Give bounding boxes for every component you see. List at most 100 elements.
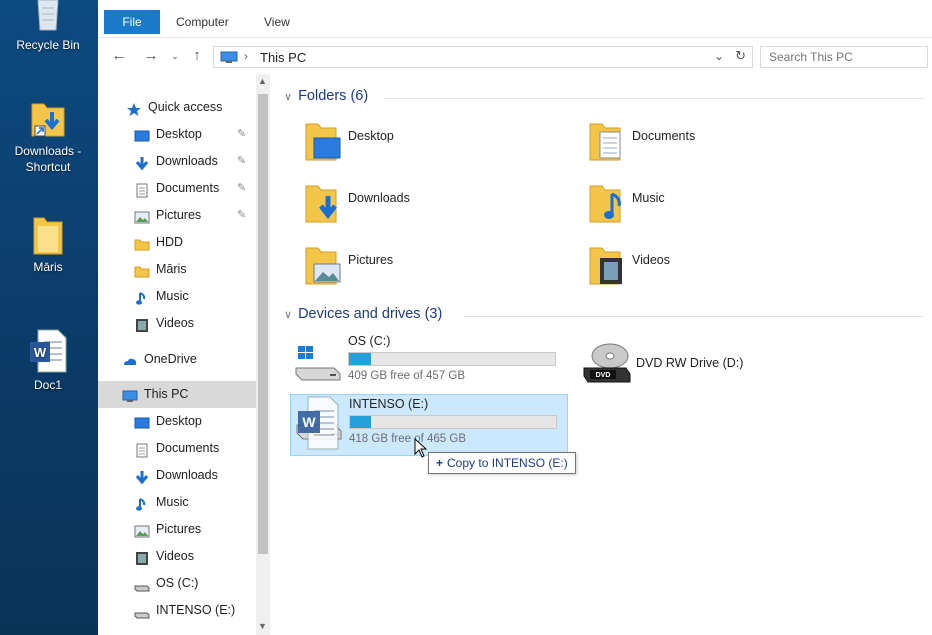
desktop-icon-maris[interactable]: Māris — [4, 214, 92, 275]
folder-tile[interactable]: Pictures — [296, 240, 536, 296]
desktop-icon — [134, 414, 150, 429]
folder-tile[interactable]: Downloads — [296, 178, 536, 234]
drive-icon — [134, 576, 150, 592]
recent-dropdown-icon[interactable]: ⌄ — [164, 46, 186, 66]
collapse-chevron-icon[interactable]: ∨ — [284, 91, 292, 103]
nav-item-label: INTENSO (E:) — [156, 603, 236, 617]
star-icon — [126, 100, 142, 116]
folders-group-header[interactable]: ∨ Folders (6) — [284, 88, 924, 104]
download-arrow-icon — [134, 154, 150, 171]
nav-quick-access[interactable]: Quick access — [98, 94, 256, 121]
folder-tile[interactable]: Desktop — [296, 116, 536, 172]
pin-icon[interactable]: ✎ — [237, 121, 246, 148]
nav-item-label: Music — [156, 495, 189, 509]
folder-label: Videos — [632, 253, 670, 267]
svg-text:W: W — [34, 345, 47, 360]
nav-item-pc[interactable]: Documents — [98, 435, 256, 462]
desktop-icon-doc1[interactable]: W Doc1 — [4, 328, 92, 393]
back-arrow-icon[interactable]: ← — [108, 46, 130, 66]
nav-item-quick[interactable]: Desktop ✎ — [98, 121, 256, 148]
mouse-cursor-icon — [414, 438, 428, 458]
desktop-icon-label: Māris — [33, 260, 63, 274]
nav-item-pc[interactable]: Desktop — [98, 408, 256, 435]
address-dropdown-icon[interactable]: ⌄ — [714, 49, 724, 63]
tab-view[interactable]: View — [252, 10, 302, 34]
nav-item-quick[interactable]: Videos — [98, 310, 256, 337]
drive-tile-d[interactable]: DVD DVD RW Drive (D:) — [578, 332, 828, 394]
drive-usage-fill — [349, 353, 371, 365]
nav-item-quick[interactable]: Documents ✎ — [98, 175, 256, 202]
folder-label: Pictures — [348, 253, 394, 267]
nav-item-label: Documents — [156, 441, 220, 455]
folder-music-icon — [589, 185, 621, 223]
devices-group-header[interactable]: ∨ Devices and drives (3) — [284, 306, 924, 322]
documents-icon — [134, 441, 150, 458]
desktop-icon — [134, 127, 150, 142]
folders-header-label: Folders (6) — [298, 88, 369, 104]
pin-icon[interactable]: ✎ — [237, 148, 246, 175]
nav-item-label: Māris — [156, 262, 187, 276]
folder-icon — [33, 217, 63, 255]
up-arrow-icon[interactable]: ↑ — [186, 46, 208, 66]
pin-icon[interactable]: ✎ — [237, 202, 246, 229]
folder-label: Music — [632, 191, 665, 205]
nav-item-quick[interactable]: Music — [98, 283, 256, 310]
refresh-icon[interactable]: ↻ — [735, 48, 746, 64]
nav-item-label: Downloads — [156, 154, 218, 168]
scroll-down-icon[interactable]: ▼ — [258, 621, 267, 631]
tab-file[interactable]: File — [104, 10, 160, 34]
nav-item-pc[interactable]: Downloads — [98, 462, 256, 489]
nav-item-label: This PC — [144, 387, 189, 401]
nav-item-pc[interactable]: Videos — [98, 543, 256, 570]
file-explorer-window: File Computer View ← → ⌄ ↑ › This PC ⌄ ↻… — [98, 0, 932, 635]
nav-item-quick[interactable]: Māris — [98, 256, 256, 283]
drive-usage-bar — [349, 415, 557, 429]
nav-item-pc[interactable]: OS (C:) — [98, 570, 256, 597]
drive-tile-c[interactable]: OS (C:) 409 GB free of 457 GB — [290, 332, 568, 394]
nav-item-quick[interactable]: Downloads ✎ — [98, 148, 256, 175]
collapse-chevron-icon[interactable]: ∨ — [284, 309, 292, 321]
desktop-icon-label: Doc1 — [33, 378, 62, 392]
music-icon — [134, 495, 150, 511]
nav-item-quick[interactable]: HDD — [98, 229, 256, 256]
folder-downloads-icon — [305, 185, 337, 223]
drive-free-space: 409 GB free of 457 GB — [348, 370, 465, 382]
folder-icon — [134, 235, 150, 251]
nav-item-label: Downloads — [156, 468, 218, 482]
dragged-word-document-icon: W — [298, 396, 339, 450]
desktop-icon-downloads-shortcut[interactable]: Downloads - Shortcut — [4, 98, 92, 175]
folder-tile[interactable]: Music — [580, 178, 820, 234]
address-box[interactable]: › This PC ⌄ ↻ — [213, 46, 753, 68]
tab-computer[interactable]: Computer — [164, 10, 241, 34]
onedrive-icon — [122, 352, 138, 367]
folder-tile[interactable]: Videos — [580, 240, 820, 296]
search-input[interactable] — [760, 46, 928, 68]
nav-item-pc[interactable]: Music — [98, 489, 256, 516]
word-document-icon: W — [30, 329, 67, 373]
drive-icon — [134, 603, 150, 619]
ribbon-tabs: File Computer View — [98, 0, 932, 38]
scroll-thumb[interactable] — [258, 94, 268, 554]
nav-item-pc[interactable]: INTENSO (E:) — [98, 597, 256, 624]
nav-item-label: Pictures — [156, 208, 202, 222]
scroll-up-icon[interactable]: ▲ — [258, 76, 267, 86]
windows-drive-icon — [295, 346, 341, 381]
breadcrumb-this-pc[interactable]: This PC — [260, 50, 306, 65]
drive-name: DVD RW Drive (D:) — [636, 356, 744, 370]
forward-arrow-icon[interactable]: → — [140, 46, 162, 66]
nav-item-label: OS (C:) — [156, 576, 199, 590]
nav-item-quick[interactable]: Pictures ✎ — [98, 202, 256, 229]
nav-item-pc[interactable]: Pictures — [98, 516, 256, 543]
folder-tile[interactable]: Documents — [580, 116, 820, 172]
pin-icon[interactable]: ✎ — [237, 175, 246, 202]
desktop-icon-recycle-bin[interactable]: Recycle Bin — [4, 0, 92, 53]
nav-scrollbar[interactable]: ▲ ▼ — [256, 74, 270, 635]
drive-name: OS (C:) — [348, 334, 391, 348]
folder-pictures-icon — [305, 247, 341, 285]
nav-this-pc[interactable]: This PC — [98, 381, 256, 408]
nav-item-label: Desktop — [156, 127, 202, 141]
address-bar-row: ← → ⌄ ↑ › This PC ⌄ ↻ — [98, 38, 932, 74]
nav-item-label: Desktop — [156, 414, 202, 428]
nav-onedrive[interactable]: OneDrive — [98, 346, 256, 373]
folder-desktop-icon — [305, 123, 341, 161]
